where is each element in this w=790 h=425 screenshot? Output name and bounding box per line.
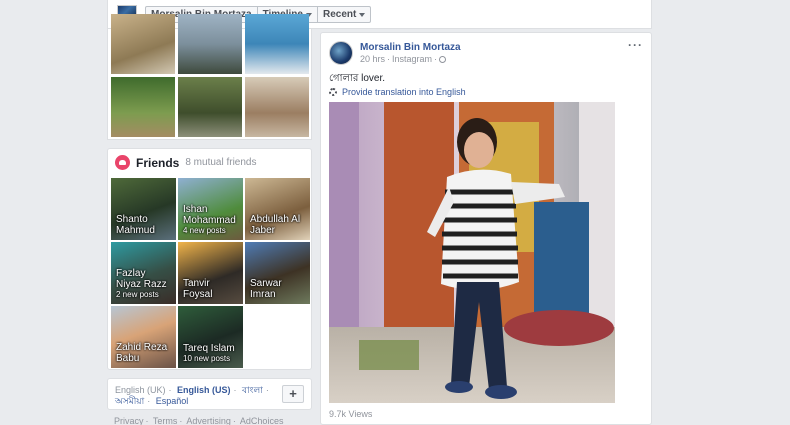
avatar[interactable] (329, 41, 353, 65)
language-option-current[interactable]: English (US) (177, 385, 231, 395)
photo-thumbnail[interactable] (178, 77, 242, 137)
friend-name: Shanto Mahmud (116, 214, 155, 236)
photos-card (107, 14, 312, 140)
recent-label: Recent (322, 9, 357, 20)
post-text: গোলার lover. (329, 73, 386, 84)
gear-icon (329, 88, 337, 96)
friend-tile[interactable]: Shanto Mahmud (111, 178, 176, 240)
more-options-button[interactable]: ··· (628, 38, 643, 52)
friends-card: Friends 8 mutual friends Shanto Mahmud I… (107, 148, 312, 370)
photo-thumbnail[interactable] (111, 14, 175, 74)
footer-link-privacy[interactable]: Privacy (114, 416, 144, 425)
mutual-friends-count[interactable]: 8 mutual friends (185, 157, 256, 168)
photo-thumbnail[interactable] (111, 77, 175, 137)
friends-title[interactable]: Friends (136, 156, 179, 170)
friend-name: Ishan Mohammad (183, 204, 236, 226)
friend-tile[interactable]: Ishan Mohammad 4 new posts (178, 178, 243, 240)
footer-link-adchoices[interactable]: AdChoices (240, 416, 284, 425)
friend-new-posts: 4 new posts (183, 226, 226, 235)
footer-link-advertising[interactable]: Advertising (186, 416, 231, 425)
photo-thumbnail[interactable] (245, 77, 309, 137)
friend-new-posts: 2 new posts (116, 290, 159, 299)
language-option[interactable]: Español (156, 396, 189, 406)
post-meta: 20 hrs · Instagram · (360, 54, 447, 64)
friend-name: Sarwar Imran (250, 278, 282, 300)
friend-tile[interactable]: Sarwar Imran (245, 242, 310, 304)
chevron-down-icon (359, 12, 366, 17)
language-option[interactable]: English (UK) (115, 385, 166, 395)
post-photo-image (329, 102, 615, 403)
post-author[interactable]: Morsalin Bin Mortaza (360, 42, 461, 53)
friend-name: Abdullah Al Jaber (250, 214, 301, 236)
friend-name: Tanvir Foysal (183, 278, 213, 300)
friend-tile[interactable]: Fazlay Niyaz Razz 2 new posts (111, 242, 176, 304)
language-card: English (UK) · English (US) · বাংলা · অসমীয… (107, 378, 312, 410)
post-card: Morsalin Bin Mortaza 20 hrs · Instagram … (320, 32, 652, 425)
friend-name: Tareq Islam (183, 343, 235, 354)
globe-icon (439, 55, 447, 63)
view-count: 9.7k Views (329, 409, 373, 419)
friends-icon (115, 155, 130, 170)
friend-name: Fazlay Niyaz Razz (116, 268, 167, 290)
friend-tile[interactable]: Zahid Reza Babu (111, 306, 176, 368)
friend-tile[interactable]: Abdullah Al Jaber (245, 178, 310, 240)
friend-name: Zahid Reza Babu (116, 342, 168, 364)
photo-thumbnail[interactable] (245, 14, 309, 74)
footer-links: Privacy · Terms · Advertising · AdChoices (114, 416, 284, 425)
add-language-button[interactable]: + (282, 385, 304, 403)
language-list: English (UK) · English (US) · বাংলা · অসমীয… (115, 385, 269, 406)
recent-dropdown[interactable]: Recent (318, 7, 370, 22)
friends-header: Friends 8 mutual friends (115, 155, 257, 170)
photo-thumbnail[interactable] (178, 14, 242, 74)
footer-link-terms[interactable]: Terms (153, 416, 178, 425)
post-source[interactable]: Instagram (392, 54, 432, 64)
language-option[interactable]: অসমীয়া (115, 396, 144, 406)
language-option[interactable]: বাংলা (242, 385, 263, 395)
translate-link[interactable]: Provide translation into English (329, 87, 466, 97)
friend-tile[interactable]: Tanvir Foysal (178, 242, 243, 304)
friend-tile[interactable]: Tareq Islam 10 new posts (178, 306, 243, 368)
friend-new-posts: 10 new posts (183, 354, 231, 363)
translate-label: Provide translation into English (342, 87, 466, 97)
post-photo[interactable] (329, 102, 615, 403)
post-time[interactable]: 20 hrs (360, 54, 385, 64)
